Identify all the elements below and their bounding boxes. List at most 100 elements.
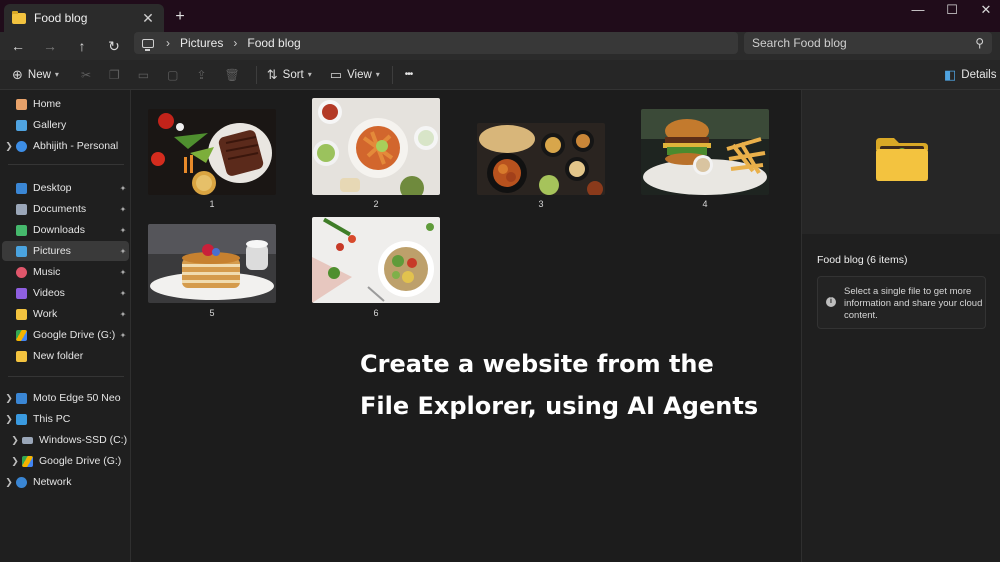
chevron-right-icon[interactable]: ❯ [8, 435, 22, 446]
navigation-pane: Home Gallery ❯ Abhijith - Personal Deskt… [0, 90, 131, 562]
view-label: View [347, 68, 372, 81]
pin-icon: ✦ [119, 267, 127, 277]
folder-icon [16, 350, 27, 362]
google-drive-icon [22, 455, 33, 467]
sidebar-item-downloads[interactable]: Downloads ✦ [2, 220, 129, 240]
sidebar-item-label: Network [33, 476, 72, 488]
sidebar-item-music[interactable]: Music ✦ [2, 262, 129, 282]
search-input[interactable]: Search Food blog [752, 36, 975, 50]
sidebar-item-work[interactable]: Work ✦ [2, 304, 129, 324]
sidebar-item-pictures[interactable]: Pictures ✦ [2, 241, 129, 261]
sidebar-item-moto-edge[interactable]: ❯ Moto Edge 50 Neo [2, 388, 129, 408]
file-name[interactable]: 2 [312, 199, 440, 209]
sidebar-item-home[interactable]: Home [2, 94, 129, 114]
info-icon: i [826, 297, 836, 307]
drive-icon [22, 436, 33, 444]
documents-icon [16, 203, 27, 215]
file-name[interactable]: 1 [148, 199, 276, 209]
details-info-text: Select a single file to get more informa… [844, 286, 983, 321]
more-options-button[interactable]: ••• [405, 69, 413, 80]
details-pane: Food blog (6 items) i Select a single fi… [801, 90, 1000, 562]
chevron-right-icon: › [166, 36, 170, 50]
chevron-right-icon[interactable]: ❯ [2, 477, 16, 488]
copy-icon[interactable]: ❐ [109, 68, 120, 82]
chevron-down-icon[interactable]: ❯ [2, 414, 16, 425]
sidebar-item-this-pc[interactable]: ❯ This PC [2, 409, 129, 429]
phone-icon [16, 392, 27, 404]
sidebar-item-network[interactable]: ❯ Network [2, 472, 129, 492]
pin-icon: ✦ [119, 183, 127, 193]
file-thumbnail[interactable] [148, 109, 276, 195]
sidebar-item-label: Abhijith - Personal [33, 140, 119, 152]
delete-icon[interactable]: 🗑 [225, 68, 240, 82]
gallery-icon [16, 119, 27, 131]
file-name[interactable]: 3 [477, 199, 605, 209]
search-box[interactable]: Search Food blog ⚲ [744, 32, 992, 54]
network-icon [16, 476, 27, 488]
this-pc-icon [142, 38, 154, 51]
breadcrumb-food-blog[interactable]: Food blog [247, 36, 300, 50]
sidebar-item-google-drive-g[interactable]: ❯ Google Drive (G:) [8, 451, 129, 471]
back-button[interactable]: ← [7, 36, 29, 56]
divider [391, 65, 393, 84]
file-thumbnail[interactable] [477, 123, 605, 195]
sidebar-item-gallery[interactable]: Gallery [2, 115, 129, 135]
sidebar-item-desktop[interactable]: Desktop ✦ [2, 178, 129, 198]
chevron-right-icon[interactable]: ❯ [8, 456, 22, 467]
minimize-button[interactable]: — [906, 2, 930, 20]
new-button[interactable]: ⊕ New ▾ [12, 67, 59, 83]
sidebar-item-label: Windows-SSD (C:) [39, 434, 128, 446]
chevron-right-icon[interactable]: ❯ [2, 393, 16, 404]
file-thumbnail[interactable] [312, 98, 440, 195]
view-button[interactable]: ▭ View ▾ [330, 67, 380, 83]
headline-line-2: File Explorer, using AI Agents [360, 392, 759, 420]
file-name[interactable]: 6 [312, 308, 440, 318]
tab-food-blog[interactable]: Food blog ✕ [4, 4, 164, 32]
sidebar-item-label: Music [33, 266, 61, 278]
sidebar-item-onedrive[interactable]: ❯ Abhijith - Personal [2, 136, 129, 156]
share-icon[interactable]: ⇪ [196, 68, 206, 82]
file-name[interactable]: 4 [641, 199, 769, 209]
videos-icon [16, 287, 27, 299]
details-button[interactable]: ◧ Details [944, 67, 996, 83]
divider [8, 164, 124, 165]
file-thumbnail[interactable] [641, 109, 769, 195]
sidebar-item-documents[interactable]: Documents ✦ [2, 199, 129, 219]
sort-button[interactable]: ⇅ Sort ▾ [267, 67, 312, 83]
forward-button[interactable]: → [39, 36, 61, 56]
breadcrumb-pictures[interactable]: Pictures [180, 36, 223, 50]
downloads-icon [16, 224, 27, 236]
divider [8, 376, 124, 377]
file-thumbnail[interactable] [148, 224, 276, 303]
sidebar-item-google-drive[interactable]: Google Drive (G:) ✦ [2, 325, 129, 345]
close-tab-icon[interactable]: ✕ [140, 10, 156, 27]
headline-line-1: Create a website from the [360, 350, 714, 378]
sidebar-item-videos[interactable]: Videos ✦ [2, 283, 129, 303]
sidebar-item-windows-ssd[interactable]: ❯ Windows-SSD (C:) [8, 430, 129, 450]
pin-icon: ✦ [119, 225, 127, 235]
pin-icon: ✦ [119, 309, 127, 319]
up-button[interactable]: ↑ [71, 36, 93, 56]
sidebar-item-new-folder[interactable]: New folder [2, 346, 129, 366]
maximize-button[interactable]: ☐ [940, 2, 964, 20]
refresh-button[interactable]: ↻ [103, 36, 125, 56]
rename-icon[interactable]: ▢ [167, 68, 178, 82]
new-tab-button[interactable]: + [172, 8, 188, 26]
chevron-down-icon: ▾ [307, 70, 312, 79]
view-icon: ▭ [329, 66, 343, 82]
cut-icon[interactable]: ✂ [81, 68, 91, 82]
sidebar-item-label: Google Drive (G:) [33, 329, 116, 341]
file-name[interactable]: 5 [148, 308, 276, 318]
address-bar[interactable]: › Pictures › Food blog [134, 32, 738, 54]
pc-icon [16, 413, 27, 425]
close-window-button[interactable]: ✕ [974, 2, 998, 20]
pin-icon: ✦ [119, 204, 127, 214]
file-thumbnail[interactable] [312, 217, 440, 303]
paste-icon[interactable]: ▭ [138, 68, 149, 82]
chevron-right-icon[interactable]: ❯ [2, 141, 16, 152]
sort-icon: ⇅ [266, 66, 278, 82]
sidebar-item-label: Google Drive (G:) [39, 455, 122, 467]
command-bar: ⊕ New ▾ ✂ ❐ ▭ ▢ ⇪ 🗑 ⇅ Sort ▾ ▭ View ▾ ••… [0, 60, 1000, 90]
pin-icon: ✦ [119, 288, 127, 298]
google-drive-icon [16, 329, 27, 341]
